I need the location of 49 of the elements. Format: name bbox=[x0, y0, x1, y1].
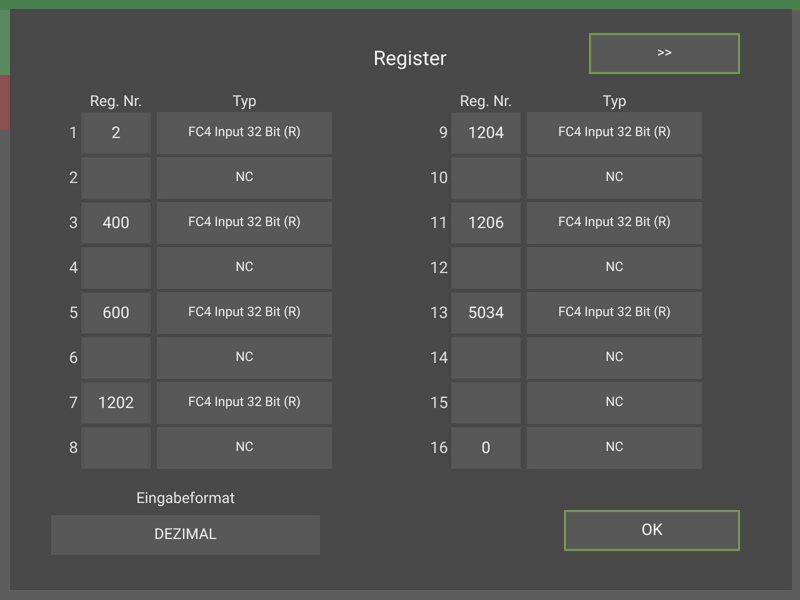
type-selector[interactable]: FC4 Input 32 Bit (R) bbox=[527, 202, 702, 244]
register-field[interactable]: 600 bbox=[81, 292, 151, 334]
register-field[interactable]: 1206 bbox=[451, 202, 521, 244]
row-number: 6 bbox=[68, 347, 78, 369]
type-selector[interactable]: FC4 Input 32 Bit (R) bbox=[157, 292, 332, 334]
type-selector[interactable]: NC bbox=[527, 427, 702, 469]
row-number: 14 bbox=[429, 347, 448, 369]
register-field[interactable]: 0 bbox=[451, 427, 521, 469]
row-number: 7 bbox=[68, 392, 78, 414]
row-number: 16 bbox=[429, 437, 448, 459]
type-selector[interactable]: FC4 Input 32 Bit (R) bbox=[157, 112, 332, 154]
register-field[interactable]: 1202 bbox=[81, 382, 151, 424]
type-selector[interactable]: NC bbox=[157, 157, 332, 199]
format-selector[interactable]: DEZIMAL bbox=[51, 514, 320, 554]
register-field[interactable]: 1204 bbox=[451, 112, 521, 154]
row-number: 3 bbox=[68, 212, 78, 234]
type-selector[interactable]: NC bbox=[527, 247, 702, 289]
column-header: Reg. Nr. bbox=[458, 94, 514, 109]
type-selector[interactable]: NC bbox=[527, 157, 702, 199]
row-number: 11 bbox=[429, 212, 448, 234]
dialog-title: Register bbox=[373, 45, 447, 72]
type-selector[interactable]: NC bbox=[157, 427, 332, 469]
type-selector[interactable]: NC bbox=[527, 382, 702, 424]
next-button[interactable]: >> bbox=[589, 33, 740, 74]
type-selector[interactable]: NC bbox=[157, 337, 332, 379]
column-header: Reg. Nr. bbox=[88, 94, 144, 109]
row-number: 2 bbox=[68, 167, 78, 189]
format-label: Eingabeformat bbox=[136, 488, 235, 509]
column-header: Typ bbox=[232, 94, 258, 109]
row-number: 4 bbox=[68, 257, 78, 279]
row-number: 5 bbox=[68, 302, 78, 324]
register-field[interactable]: 400 bbox=[81, 202, 151, 244]
row-number: 1 bbox=[68, 122, 78, 144]
type-selector[interactable]: NC bbox=[527, 337, 702, 379]
row-number: 12 bbox=[429, 257, 448, 279]
ok-button[interactable]: OK bbox=[564, 510, 740, 550]
type-selector[interactable]: FC4 Input 32 Bit (R) bbox=[157, 202, 332, 244]
type-selector[interactable]: FC4 Input 32 Bit (R) bbox=[527, 112, 702, 154]
row-number: 13 bbox=[429, 302, 448, 324]
register-field[interactable]: 2 bbox=[81, 112, 151, 154]
row-number: 15 bbox=[429, 392, 448, 414]
column-header: Typ bbox=[602, 94, 628, 109]
type-selector[interactable]: FC4 Input 32 Bit (R) bbox=[527, 292, 702, 334]
row-number: 8 bbox=[68, 437, 78, 459]
register-field[interactable]: 5034 bbox=[451, 292, 521, 334]
type-selector[interactable]: FC4 Input 32 Bit (R) bbox=[157, 382, 332, 424]
type-selector[interactable]: NC bbox=[157, 247, 332, 289]
row-number: 9 bbox=[438, 122, 448, 144]
row-number: 10 bbox=[429, 167, 448, 189]
